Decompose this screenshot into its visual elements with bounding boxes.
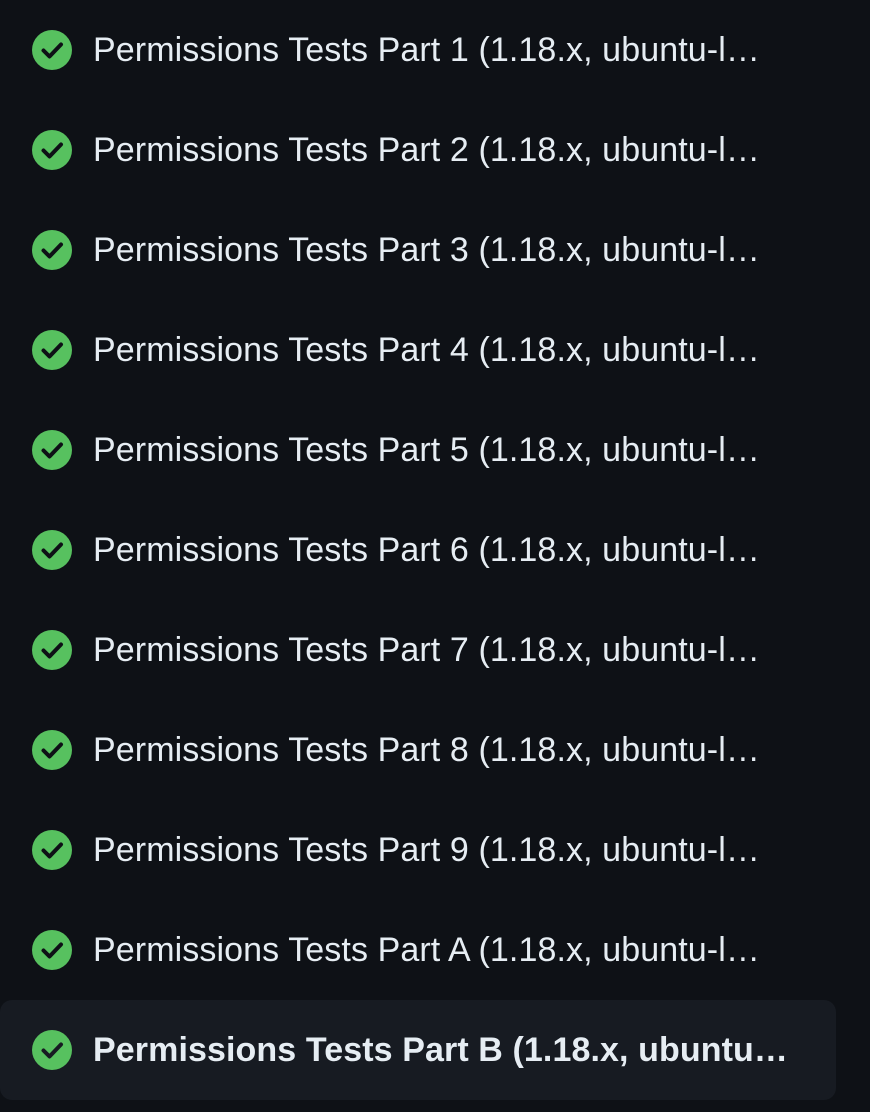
job-item-part-1[interactable]: Permissions Tests Part 1 (1.18.x, ubuntu… — [0, 0, 836, 100]
job-label: Permissions Tests Part 7 (1.18.x, ubuntu… — [93, 631, 760, 669]
job-label: Permissions Tests Part 2 (1.18.x, ubuntu… — [93, 131, 760, 169]
check-circle-fill-icon — [32, 30, 72, 70]
job-item-part-2[interactable]: Permissions Tests Part 2 (1.18.x, ubuntu… — [0, 100, 836, 200]
check-circle-fill-icon — [32, 830, 72, 870]
job-item-part-5[interactable]: Permissions Tests Part 5 (1.18.x, ubuntu… — [0, 400, 836, 500]
job-label: Permissions Tests Part 6 (1.18.x, ubuntu… — [93, 531, 760, 569]
check-circle-fill-icon — [32, 130, 72, 170]
job-label: Permissions Tests Part 5 (1.18.x, ubuntu… — [93, 431, 760, 469]
check-circle-fill-icon — [32, 1030, 72, 1070]
job-label: Permissions Tests Part 9 (1.18.x, ubuntu… — [93, 831, 760, 869]
job-label: Permissions Tests Part 1 (1.18.x, ubuntu… — [93, 31, 760, 69]
job-label: Permissions Tests Part B (1.18.x, ubuntu… — [93, 1031, 788, 1069]
check-circle-fill-icon — [32, 430, 72, 470]
job-label: Permissions Tests Part A (1.18.x, ubuntu… — [93, 931, 760, 969]
job-item-part-8[interactable]: Permissions Tests Part 8 (1.18.x, ubuntu… — [0, 700, 836, 800]
job-item-part-6[interactable]: Permissions Tests Part 6 (1.18.x, ubuntu… — [0, 500, 836, 600]
job-item-part-7[interactable]: Permissions Tests Part 7 (1.18.x, ubuntu… — [0, 600, 836, 700]
job-label: Permissions Tests Part 4 (1.18.x, ubuntu… — [93, 331, 760, 369]
job-item-part-3[interactable]: Permissions Tests Part 3 (1.18.x, ubuntu… — [0, 200, 836, 300]
check-circle-fill-icon — [32, 930, 72, 970]
check-circle-fill-icon — [32, 630, 72, 670]
job-label: Permissions Tests Part 3 (1.18.x, ubuntu… — [93, 231, 760, 269]
job-item-part-b-selected[interactable]: Permissions Tests Part B (1.18.x, ubuntu… — [0, 1000, 836, 1100]
job-label: Permissions Tests Part 8 (1.18.x, ubuntu… — [93, 731, 760, 769]
check-circle-fill-icon — [32, 730, 72, 770]
check-circle-fill-icon — [32, 330, 72, 370]
job-item-part-a[interactable]: Permissions Tests Part A (1.18.x, ubuntu… — [0, 900, 836, 1000]
job-item-part-9[interactable]: Permissions Tests Part 9 (1.18.x, ubuntu… — [0, 800, 836, 900]
check-circle-fill-icon — [32, 230, 72, 270]
job-item-part-4[interactable]: Permissions Tests Part 4 (1.18.x, ubuntu… — [0, 300, 836, 400]
job-list: Permissions Tests Part 1 (1.18.x, ubuntu… — [0, 0, 870, 1112]
check-circle-fill-icon — [32, 530, 72, 570]
